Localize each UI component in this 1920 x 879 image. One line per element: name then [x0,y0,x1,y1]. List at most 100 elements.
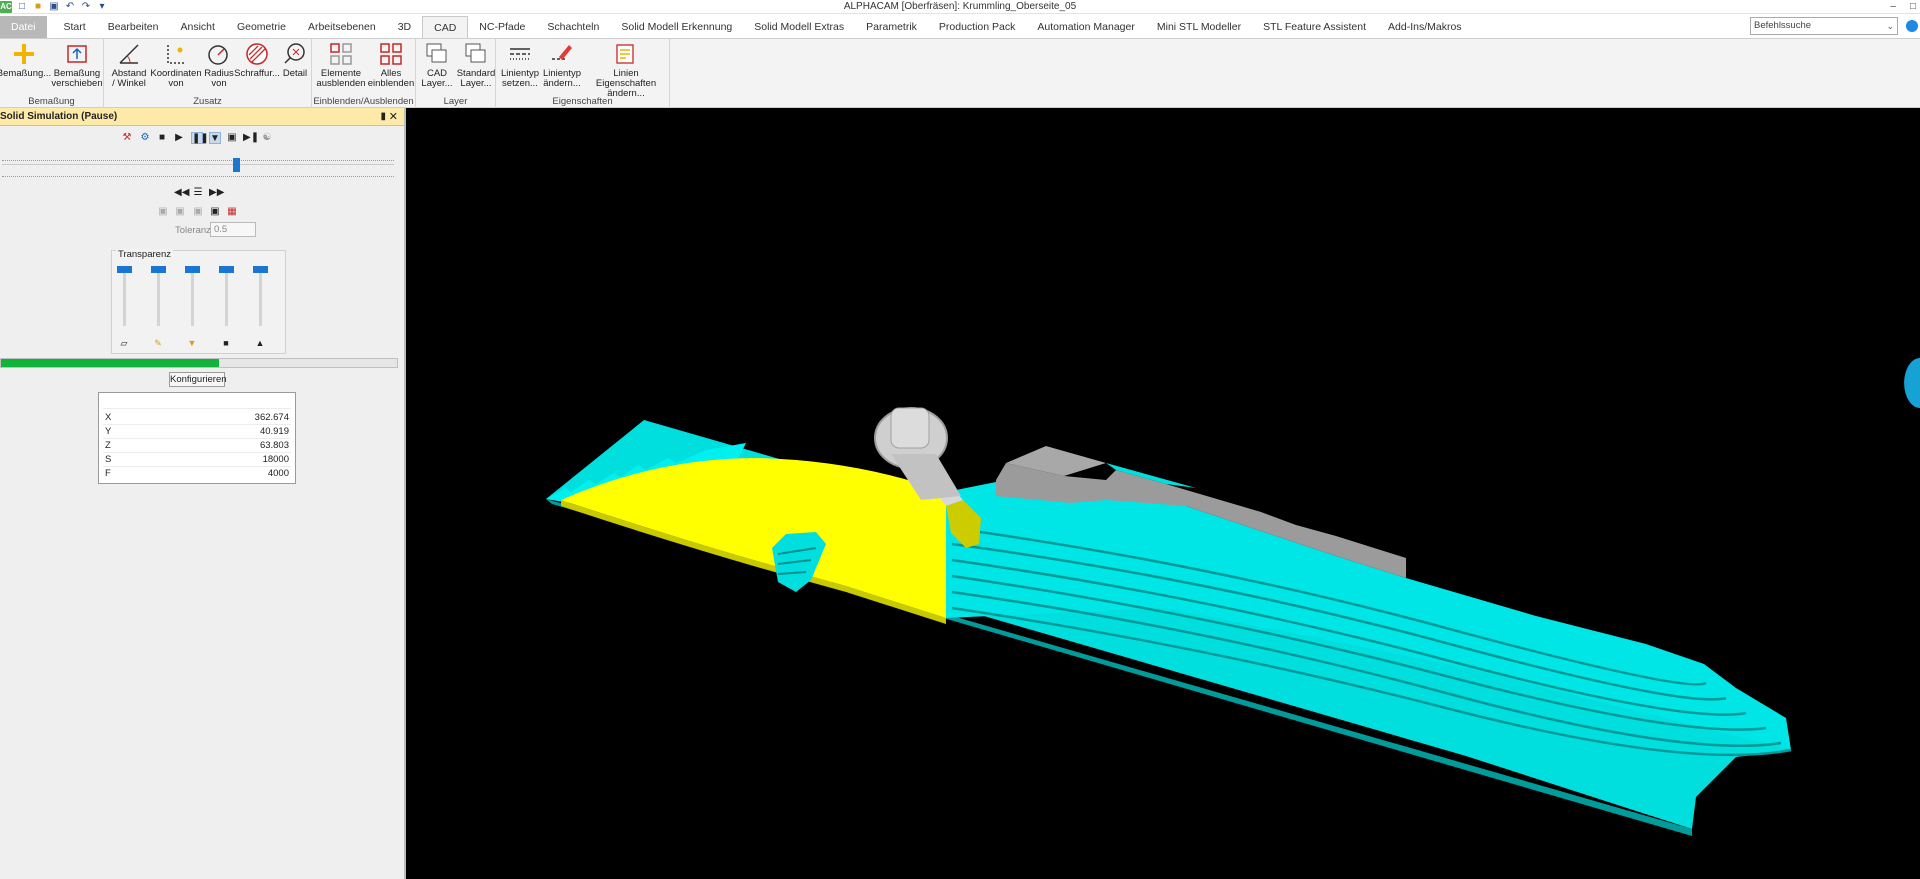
abstand-label-2: / Winkel [112,78,146,89]
slider-thumb[interactable] [233,158,240,172]
tab-automation-manager[interactable]: Automation Manager [1026,16,1145,38]
pause-icon[interactable]: ❚❚ [191,132,209,144]
hide-elements-icon [330,43,352,65]
standard-layer-button[interactable]: Standard Layer... [456,41,496,89]
linien-eigenschaften-label-1: Linien Eigenschaften [595,68,657,89]
tab-ansicht[interactable]: Ansicht [170,16,226,38]
slider-thumb[interactable] [151,266,166,273]
stop-icon[interactable]: ■ [156,132,168,144]
tool-holder-top [890,407,930,449]
fast-forward-icon[interactable]: ▶▶ [209,187,224,199]
transparency-slider-toolpath[interactable] [151,266,166,326]
elemente-ausblenden-button[interactable]: Elemente ausblenden [314,41,368,89]
koordinaten-button[interactable]: Koordinaten von [147,41,205,89]
tab-production-pack[interactable]: Production Pack [928,16,1026,38]
transparency-slider-holder[interactable] [253,266,268,326]
configure-button[interactable]: Konfigurieren [169,372,227,387]
coord-row-s: S 18000 [103,454,291,467]
group-label-eigenschaften: Eigenschaften [552,96,613,107]
tab-arbeitsebenen[interactable]: Arbeitsebenen [297,16,387,38]
slider-ticks-top [2,160,394,162]
rewind-icon[interactable]: ◀◀ [174,187,189,199]
slider-thumb[interactable] [117,266,132,273]
compare-icon[interactable]: ▣ [192,206,204,218]
tab-schachteln[interactable]: Schachteln [536,16,610,38]
alles-label-2: einblenden [367,78,415,89]
play-icon[interactable]: ▶ [173,132,185,144]
transparency-slider-tool[interactable] [185,266,200,326]
tab-parametrik[interactable]: Parametrik [855,16,928,38]
tab-nc-pfade[interactable]: NC-Pfade [468,16,536,38]
save-stl-icon[interactable]: ▣ [209,206,221,218]
slider-thumb[interactable] [253,266,268,273]
view-cube-icon[interactable] [1904,358,1920,408]
probe-icon[interactable]: ☯ [261,132,273,144]
ribbon: Bemaßung... Bemaßung verschieben Bemaßun… [0,38,1920,108]
toolpath-icon: ✎ [154,338,162,348]
standard-layer-label-2: Layer... [460,78,492,89]
command-search-input[interactable]: Befehlssuche ⌄ [1750,17,1898,35]
tab-datei[interactable]: Datei [0,16,47,38]
tool-view-icon[interactable]: ▼ [209,132,221,144]
pin-icon[interactable]: ▮ [380,108,386,126]
bemassung-label: Bemaßung... [0,68,52,79]
slider-thumb[interactable] [219,266,234,273]
cad-layer-button[interactable]: CAD Layer... [418,41,456,89]
sim-options-icon[interactable]: ⚒ [121,132,133,144]
slider-thumb[interactable] [185,266,200,273]
coordinates-icon [167,45,186,64]
tab-cad[interactable]: CAD [422,16,469,38]
solid-simulation-panel: Solid Simulation (Pause) ▮ ✕ ⚒ ⚙ ■ ▶ ❚❚ … [0,108,406,879]
transparency-slider-stock[interactable] [117,266,132,326]
maximize-icon[interactable]: □ [1910,0,1916,14]
bemassung-verschieben-button[interactable]: Bemaßung verschieben [50,41,104,89]
linien-eigenschaften-button[interactable]: Linien Eigenschaften ändern... [582,41,670,99]
alles-einblenden-button[interactable]: Alles einblenden [366,41,416,89]
schraffur-button[interactable]: Schraffur... [232,41,282,79]
group-einblenden-ausblenden: Elemente ausblenden Alles einblenden Ein… [312,39,416,108]
transparency-slider-fixture[interactable] [219,266,234,326]
step-forward-icon[interactable]: ▶❚ [243,132,259,144]
help-icon[interactable] [1906,20,1918,32]
simulation-progress-bar [0,358,398,368]
tab-geometrie[interactable]: Geometrie [226,16,297,38]
section-view-icon[interactable]: ▣ [157,206,169,218]
tab-mini-stl-modeller[interactable]: Mini STL Modeller [1146,16,1252,38]
close-icon[interactable]: ✕ [389,108,398,126]
image-icon[interactable]: ▣ [226,132,238,144]
tab-add-ins-makros[interactable]: Add-Ins/Makros [1377,16,1473,38]
abstand-winkel-button[interactable]: Abstand / Winkel [108,41,150,89]
standard-layers-icon [465,43,486,63]
alphacam-window: AC □ ■ ▣ ↶ ↷ ▾ ALPHACAM [Oberfräsen]: Kr… [0,0,1920,879]
stock-icon: ▱ [120,338,128,348]
bemassung-button[interactable]: Bemaßung... [0,41,52,79]
ribbon-tabs: Datei Start Bearbeiten Ansicht Geometrie… [0,14,1920,38]
tab-stl-feature-assistent[interactable]: STL Feature Assistent [1252,16,1377,38]
measure-icon[interactable]: ▣ [174,206,186,218]
color-map-icon[interactable]: ▦ [226,206,238,218]
minimize-icon[interactable]: – [1890,0,1896,14]
move-dimension-icon [67,45,87,63]
cad-layer-label-2: Layer... [421,78,453,89]
tab-start[interactable]: Start [53,16,97,38]
simulation-position-slider[interactable] [2,158,394,177]
sim-step-icon[interactable]: ⚙ [139,132,151,144]
schraffur-label: Schraffur... [234,68,280,79]
tab-solid-modell-extras[interactable]: Solid Modell Extras [743,16,855,38]
step-mode-icon[interactable]: ☰ [192,187,204,199]
radius-button[interactable]: Radius von [202,41,236,89]
tolerance-input[interactable]: 0.5 [210,222,256,237]
linientyp-aendern-button[interactable]: Linientyp ändern... [540,41,584,89]
simulation-scene [546,358,1920,836]
3d-viewport[interactable] [406,108,1920,879]
linientyp-setzen-label-2: setzen... [502,78,538,89]
transparency-group: Transparenz ▱ ✎ ▼ ■ ▲ [111,249,286,354]
tab-bearbeiten[interactable]: Bearbeiten [97,16,170,38]
distance-angle-icon [119,44,139,64]
tab-3d[interactable]: 3D [387,16,422,38]
linientyp-setzen-button[interactable]: Linientyp setzen... [498,41,542,89]
detail-button[interactable]: Detail [278,41,312,79]
chevron-down-icon[interactable]: ⌄ [1886,18,1894,34]
tab-solid-modell-erkennung[interactable]: Solid Modell Erkennung [610,16,743,38]
koordinaten-label-2: von [168,78,184,89]
